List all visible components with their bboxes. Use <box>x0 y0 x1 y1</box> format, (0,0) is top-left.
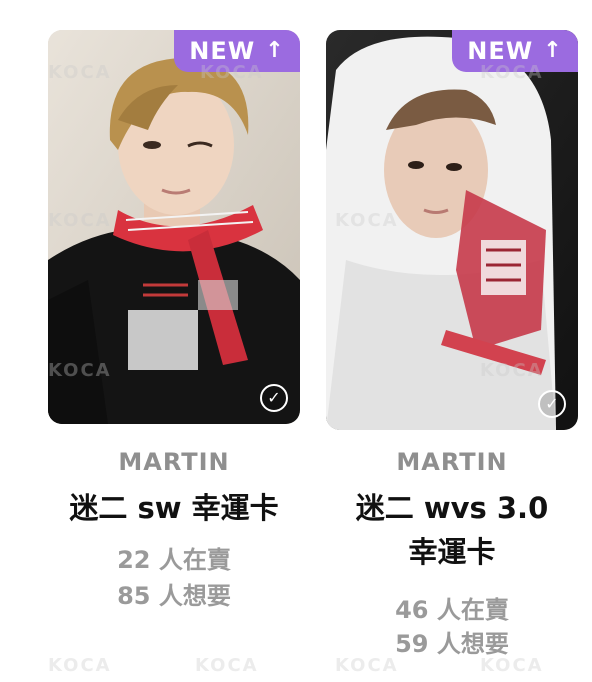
arrow-up-icon: ↑ <box>543 38 563 63</box>
artist-name: MARTIN <box>118 448 230 476</box>
new-badge-label: NEW <box>189 37 256 65</box>
check-circle-icon[interactable]: ✓ <box>260 384 288 412</box>
card-title-line-1: 迷二 sw 幸運卡 <box>69 491 279 525</box>
wanting-count: 85 人想要 <box>117 582 231 610</box>
card-title[interactable]: 迷二 wvs 3.0 幸運卡 <box>312 486 592 574</box>
new-badge: NEW ↑ <box>452 30 578 72</box>
new-badge: NEW ↑ <box>174 30 300 72</box>
photo-illustration <box>48 30 300 424</box>
wanting-count: 59 人想要 <box>395 630 509 658</box>
card-title-line-2: 幸運卡 <box>408 535 496 569</box>
photo-illustration <box>326 30 578 430</box>
photocard-listing-2[interactable]: NEW ↑ ✓ MARTIN 迷二 wvs 3.0 幸運卡 46 人在賣 59 … <box>322 0 582 682</box>
card-title-line-1: 迷二 wvs 3.0 <box>355 491 549 525</box>
arrow-up-icon: ↑ <box>265 38 285 63</box>
photocard-listing-1[interactable]: NEW ↑ ✓ MARTIN 迷二 sw 幸運卡 22 人在賣 85 人想要 <box>44 0 304 682</box>
selling-count: 46 人在賣 <box>395 596 509 624</box>
card-title[interactable]: 迷二 sw 幸運卡 <box>34 486 314 530</box>
new-badge-label: NEW <box>467 37 534 65</box>
check-circle-icon[interactable]: ✓ <box>538 390 566 418</box>
artist-name: MARTIN <box>396 448 508 476</box>
selling-count: 22 人在賣 <box>117 546 231 574</box>
photocard-image[interactable]: NEW ↑ ✓ <box>326 30 578 430</box>
photocard-image[interactable]: NEW ↑ ✓ <box>48 30 300 424</box>
